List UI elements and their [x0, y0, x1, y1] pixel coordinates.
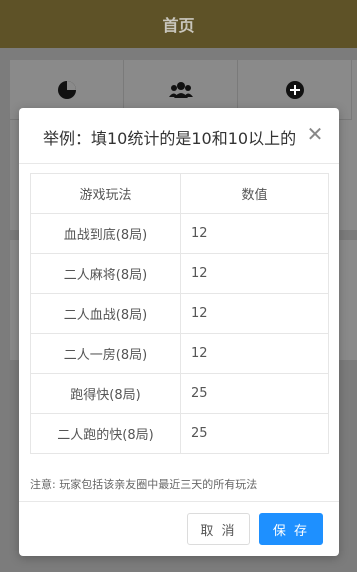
table-row: 二人一房(8局) 12	[30, 333, 329, 374]
column-header-game-mode: 游戏玩法	[30, 173, 181, 214]
table-row: 跑得快(8局) 25	[30, 373, 329, 414]
page-header: 首页	[0, 0, 357, 48]
column-header-value: 数值	[180, 173, 329, 214]
group-icon	[168, 81, 193, 98]
settings-dialog: 举例：填10统计的是10和10以上的 ✕ 游戏玩法 数值 血战到底(8局) 12…	[19, 108, 339, 556]
game-mode-value-input[interactable]: 12	[180, 333, 329, 374]
dialog-header: 举例：填10统计的是10和10以上的 ✕	[19, 108, 339, 164]
dialog-title: 举例：填10统计的是10和10以上的	[43, 129, 297, 148]
game-mode-name: 二人麻将(8局)	[30, 253, 181, 294]
game-mode-value-input[interactable]: 25	[180, 413, 329, 454]
dialog-footer-divider	[19, 501, 339, 502]
game-mode-name: 二人血战(8局)	[30, 293, 181, 334]
table-row: 二人血战(8局) 12	[30, 293, 329, 334]
note-text: 注意: 玩家包括该亲友圈中最近三天的所有玩法	[30, 478, 258, 491]
close-icon[interactable]: ✕	[305, 123, 325, 145]
game-mode-name: 跑得快(8局)	[30, 373, 181, 414]
table-header-row: 游戏玩法 数值	[30, 173, 329, 214]
game-mode-table: 游戏玩法 数值 血战到底(8局) 12 二人麻将(8局) 12 二人血战(8局)…	[30, 173, 329, 454]
plus-circle-icon	[285, 80, 304, 99]
game-mode-name: 二人跑的快(8局)	[30, 413, 181, 454]
save-button[interactable]: 保 存	[259, 513, 323, 545]
game-mode-value-input[interactable]: 12	[180, 293, 329, 334]
table-row: 血战到底(8局) 12	[30, 213, 329, 254]
page-title: 首页	[162, 16, 195, 35]
cancel-button[interactable]: 取 消	[187, 513, 250, 545]
game-mode-value-input[interactable]: 25	[180, 373, 329, 414]
table-row: 二人跑的快(8局) 25	[30, 413, 329, 454]
table-row: 二人麻将(8局) 12	[30, 253, 329, 294]
game-mode-value-input[interactable]: 12	[180, 253, 329, 294]
pie-chart-icon	[57, 80, 76, 99]
game-mode-name: 二人一房(8局)	[30, 333, 181, 374]
game-mode-name: 血战到底(8局)	[30, 213, 181, 254]
game-mode-value-input[interactable]: 12	[180, 213, 329, 254]
